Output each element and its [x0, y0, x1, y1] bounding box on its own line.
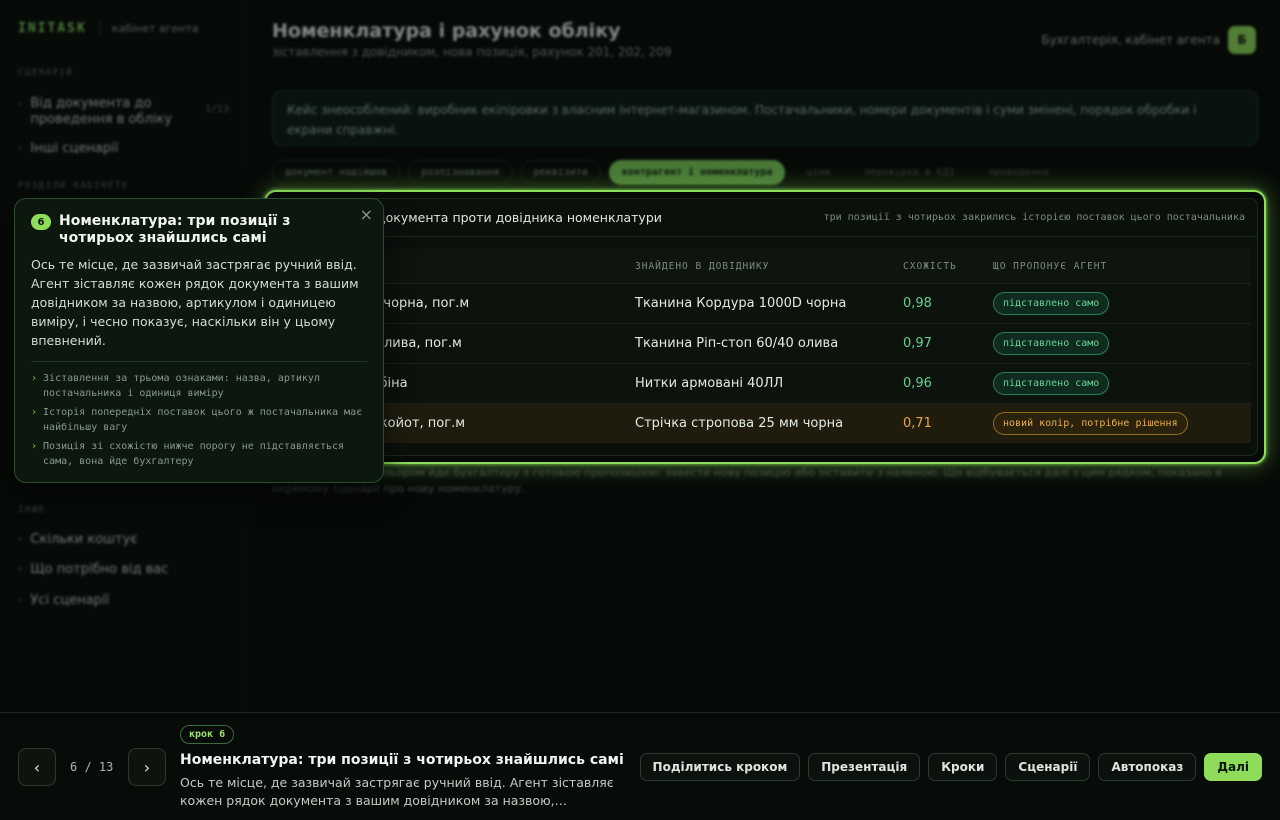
chevron-right-icon: › — [18, 593, 23, 606]
step-counter: 6 / 13 — [70, 760, 114, 774]
table-header: НТА ЗНАЙДЕНО В ДОВІДНИКУ СХОЖІСТЬ ЩО ПРО… — [285, 249, 1251, 283]
chevron-right-icon: › — [31, 441, 38, 452]
close-icon[interactable]: × — [360, 205, 373, 224]
autoplay-button[interactable]: Автопоказ — [1098, 753, 1197, 781]
status-badge: підставлено само — [993, 292, 1110, 315]
tour-actions: Поділитись кроком Презентація Кроки Сцен… — [639, 753, 1262, 781]
chevron-right-icon: › — [18, 141, 23, 154]
brand: INITASK кабінет агента — [18, 20, 199, 36]
table-row[interactable]: стоп 60/40, олива, пог.м Тканина Ріп-сто… — [285, 323, 1251, 363]
share-step-button[interactable]: Поділитись кроком — [639, 753, 801, 781]
step-tag: крок 6 — [180, 725, 235, 744]
chevron-right-icon: › — [31, 373, 38, 384]
scenario-count: 1/13 — [204, 104, 229, 115]
next-button[interactable]: Далі — [1204, 753, 1262, 781]
list-item: › Історія попередніх поставок цього ж пос… — [31, 407, 363, 433]
table-row[interactable]: дура 1000D, чорна, пог.м Тканина Кордура… — [285, 283, 1251, 323]
page-title: Номенклатура і рахунок обліку — [272, 20, 621, 42]
step-number-badge: 6 — [31, 214, 51, 230]
status-badge: підставлено само — [993, 332, 1110, 355]
tour-bottom-bar: ‹ 6 / 13 › крок 6 Номенклатура: три пози… — [0, 712, 1280, 820]
prev-step-button[interactable]: ‹ — [18, 748, 56, 786]
next-step-arrow-button[interactable]: › — [128, 748, 166, 786]
highlight-frame: документа проти довідника номенклатури т… — [264, 190, 1266, 464]
sidebar-item-all-scenarios[interactable]: › Усі сценарії — [18, 593, 109, 608]
table-row-warning[interactable]: пова 25 мм, койот, пог.м Стрічка стропов… — [285, 403, 1251, 443]
sidebar-item-requirements[interactable]: › Що потрібно від вас — [18, 562, 168, 577]
col-agent-suggestion: ЩО ПРОПОНУЄ АГЕНТ — [993, 260, 1108, 272]
sidebar-section-scenario: СЦЕНАРІЙ — [18, 68, 74, 78]
col-found: ЗНАЙДЕНО В ДОВІДНИКУ — [635, 260, 770, 272]
popover-title: Номенклатура: три позиції з чотирьох зна… — [59, 213, 291, 246]
avatar[interactable]: Б — [1228, 26, 1256, 54]
tour-popover: × 6 Номенклатура: три позиції з чотирьох… — [14, 198, 384, 483]
card-title: документа проти довідника номенклатури — [377, 210, 662, 225]
sidebar-item-current-scenario[interactable]: › Від документа до проведення в обліку — [18, 96, 208, 128]
found-item: Тканина Кордура 1000D чорна — [635, 296, 847, 311]
similarity-score: 0,96 — [903, 376, 932, 391]
steps-button[interactable]: Кроки — [928, 753, 998, 781]
sidebar-item-pricing[interactable]: › Скільки коштує — [18, 532, 137, 547]
card-header: документа проти довідника номенклатури т… — [273, 199, 1257, 237]
tab-recognition[interactable]: розпізнавання — [408, 160, 513, 185]
similarity-score: 0,71 — [903, 416, 932, 431]
col-similarity: СХОЖІСТЬ — [903, 260, 957, 272]
presentation-button[interactable]: Презентація — [808, 753, 921, 781]
popover-header: 6 Номенклатура: три позиції з чотирьох з… — [31, 213, 367, 247]
step-description: Ось те місце, де зазвичай застрягає ручн… — [180, 775, 614, 808]
logo: INITASK — [18, 20, 87, 36]
popover-bullets: › Зіставлення за трьома ознаками: назва, … — [31, 371, 367, 469]
sidebar-item-other-scenarios[interactable]: › Інші сценарії — [18, 141, 118, 156]
found-item: Тканина Ріп-стоп 60/40 олива — [635, 336, 839, 351]
tab-posting[interactable]: проведення — [976, 160, 1062, 185]
user-label: Бухгалтерія, кабінет агента — [1041, 33, 1220, 47]
card-meta: три позиції з чотирьох закрились історіє… — [823, 212, 1245, 223]
status-badge-warning[interactable]: новий колір, потрібне рішення — [993, 412, 1188, 435]
status-badge: підставлено само — [993, 372, 1110, 395]
user-area[interactable]: Бухгалтерія, кабінет агента Б — [1041, 26, 1256, 54]
chevron-right-icon: › — [18, 532, 23, 545]
tab-document-received[interactable]: документ надійшов — [272, 160, 401, 185]
nomenclature-card: документа проти довідника номенклатури т… — [272, 198, 1258, 456]
chevron-right-icon: › — [18, 562, 23, 575]
tab-edi-check[interactable]: перевірка в ЄДІ — [851, 160, 967, 185]
tab-prices[interactable]: ціни — [793, 160, 843, 185]
step-tabs: документ надійшов розпізнавання реквізит… — [272, 160, 1062, 185]
brand-divider — [98, 20, 100, 36]
sidebar-section-other: ІНШЕ — [18, 505, 46, 515]
page-subtitle: зіставлення з довідником, нова позиція, … — [272, 45, 672, 59]
chevron-right-icon: › — [18, 97, 23, 110]
case-note: Кейс знеособлений: виробник екіпіровки з… — [272, 90, 1258, 146]
chevron-right-icon: › — [31, 407, 38, 418]
step-title: Номенклатура: три позиції з чотирьох зна… — [180, 752, 624, 768]
tab-requisites[interactable]: реквізити — [520, 160, 601, 185]
divider — [31, 361, 367, 362]
list-item: › Зіставлення за трьома ознаками: назва, … — [31, 373, 320, 399]
list-item: › Позиція зі схожістю нижче порогу не під… — [31, 441, 345, 467]
match-table: НТА ЗНАЙДЕНО В ДОВІДНИКУ СХОЖІСТЬ ЩО ПРО… — [285, 249, 1251, 443]
sidebar-section-cabinet: РОЗДІЛИ КАБІНЕТУ — [18, 181, 129, 191]
found-item: Стрічка стропова 25 мм чорна — [635, 416, 844, 431]
table-row[interactable]: ані 40ЛЛ, бобіна Нитки армовані 40ЛЛ 0,9… — [285, 363, 1251, 403]
tab-counterparty-nomenclature[interactable]: контрагент і номенклатура — [608, 160, 786, 185]
popover-text: Ось те місце, де зазвичай застрягає ручн… — [31, 257, 359, 348]
brand-subtitle: кабінет агента — [111, 21, 199, 35]
similarity-score: 0,97 — [903, 336, 932, 351]
background-note: Позиція з новим кольором йде бухгалтеру … — [272, 466, 1222, 495]
scenarios-button[interactable]: Сценарії — [1005, 753, 1091, 781]
similarity-score: 0,98 — [903, 296, 932, 311]
found-item: Нитки армовані 40ЛЛ — [635, 376, 784, 391]
